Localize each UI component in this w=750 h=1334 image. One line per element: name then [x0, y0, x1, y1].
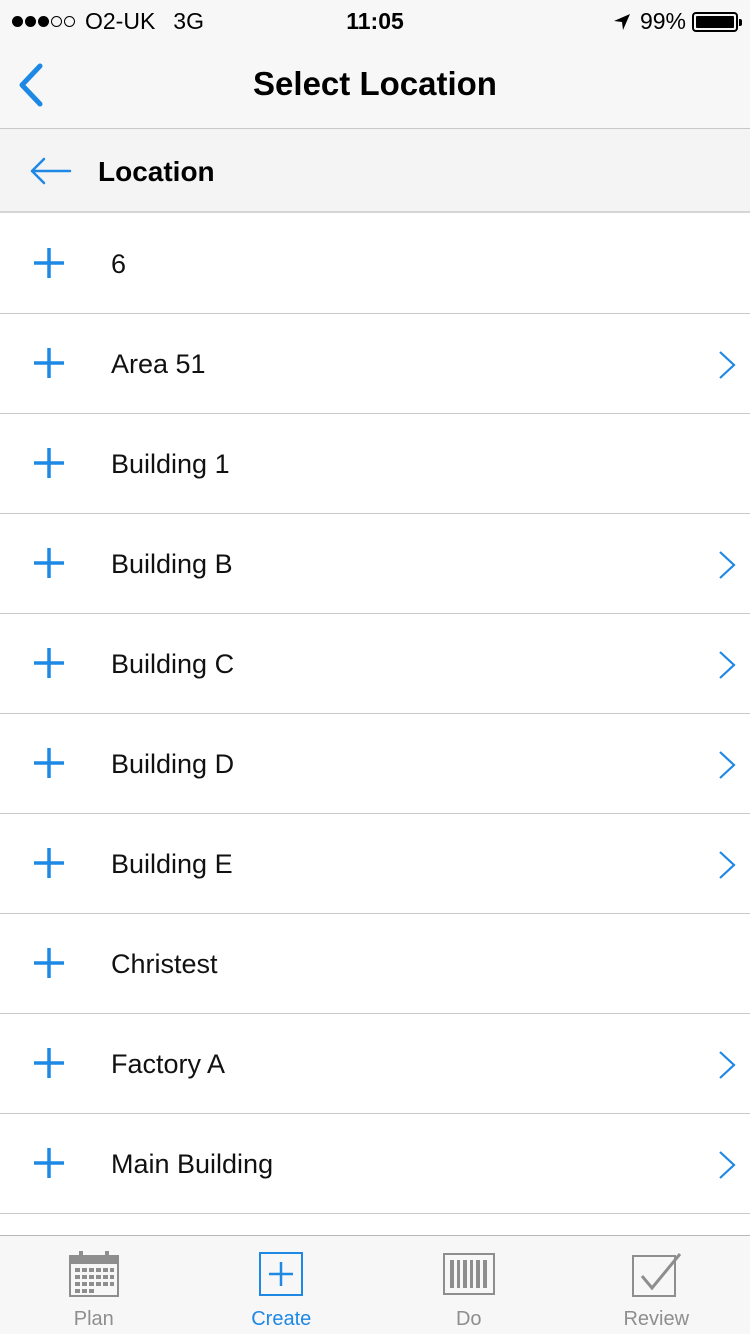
location-label: 6	[111, 249, 127, 279]
chevron-right-icon[interactable]	[718, 650, 736, 680]
tab-do[interactable]: Do	[375, 1236, 563, 1334]
checkbox-icon	[632, 1253, 682, 1297]
barcode-icon	[442, 1253, 495, 1295]
location-header: Location	[0, 129, 750, 213]
chevron-right-icon[interactable]	[718, 850, 736, 880]
location-label: Building D	[111, 749, 235, 779]
location-row[interactable]: Christest	[0, 914, 750, 1014]
plus-icon[interactable]	[33, 447, 65, 479]
plus-icon[interactable]	[33, 947, 65, 979]
status-bar: O2-UK 3G 11:05 99%	[0, 0, 750, 40]
location-row[interactable]: Main Building	[0, 1114, 750, 1214]
page-title: Select Location	[253, 65, 497, 102]
plus-icon[interactable]	[33, 1047, 65, 1079]
tab-create[interactable]: Create	[188, 1236, 376, 1334]
location-row[interactable]: Building C	[0, 614, 750, 714]
location-row[interactable]: Building B	[0, 514, 750, 614]
location-row[interactable]: 6	[0, 214, 750, 314]
chevron-right-icon[interactable]	[718, 1150, 736, 1180]
location-label: Main Building	[111, 1149, 274, 1179]
location-label: Building B	[111, 549, 233, 579]
location-label: Building C	[111, 649, 235, 679]
plus-icon[interactable]	[33, 847, 65, 879]
location-label: Christest	[111, 949, 218, 979]
tab-label: Do	[455, 1308, 482, 1330]
chevron-right-icon[interactable]	[718, 750, 736, 780]
chevron-right-icon[interactable]	[718, 1050, 736, 1080]
location-label: Factory A	[111, 1049, 226, 1079]
location-row[interactable]: Area 51	[0, 314, 750, 414]
location-row[interactable]: Building 1	[0, 414, 750, 514]
location-row[interactable]: Factory A	[0, 1014, 750, 1114]
chevron-right-icon[interactable]	[718, 550, 736, 580]
calendar-icon	[68, 1251, 119, 1297]
tab-label: Plan	[73, 1308, 114, 1330]
location-label: Building E	[111, 849, 233, 879]
tab-label: Review	[623, 1308, 690, 1330]
location-label: Building 1	[111, 449, 230, 479]
location-arrow-icon	[613, 13, 630, 30]
location-list: 6 Area 51 Building 1 Building B Building…	[0, 214, 750, 1214]
location-header-title: Location	[98, 156, 215, 187]
battery-percent: 99%	[639, 8, 686, 34]
plus-icon[interactable]	[33, 1147, 65, 1179]
tab-label: Create	[251, 1308, 312, 1330]
plus-square-icon	[259, 1252, 304, 1296]
plus-icon[interactable]	[33, 347, 65, 379]
status-right: 99%	[612, 8, 742, 35]
location-row[interactable]: Building D	[0, 714, 750, 814]
navigation-bar: Select Location	[0, 40, 750, 129]
battery-icon	[692, 11, 742, 32]
plus-icon[interactable]	[33, 247, 65, 279]
location-label: Area 51	[111, 349, 206, 379]
chevron-right-icon[interactable]	[718, 350, 736, 380]
location-row[interactable]: Building E	[0, 814, 750, 914]
tab-review[interactable]: Review	[563, 1236, 750, 1334]
tab-bar: Plan Create Do Review	[0, 1235, 750, 1334]
plus-icon[interactable]	[33, 747, 65, 779]
plus-icon[interactable]	[33, 647, 65, 679]
plus-icon[interactable]	[33, 547, 65, 579]
tab-plan[interactable]: Plan	[0, 1236, 188, 1334]
arrow-left-icon[interactable]	[28, 155, 72, 187]
